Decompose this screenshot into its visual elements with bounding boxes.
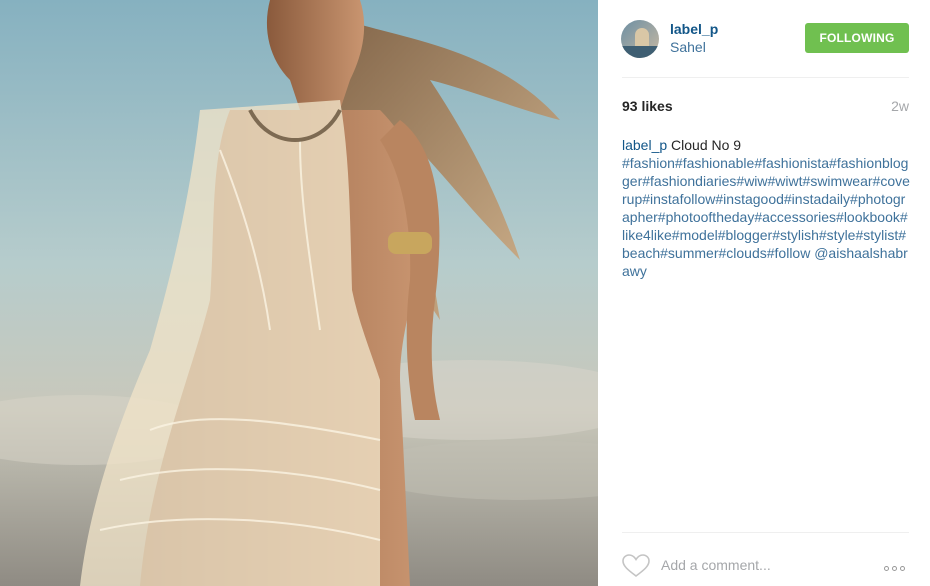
post-time[interactable]: 2w (891, 98, 909, 114)
likes-count[interactable]: 93 likes (622, 98, 673, 114)
header-divider (622, 77, 909, 78)
following-button[interactable]: FOLLOWING (805, 23, 909, 53)
caption-hashtags[interactable]: #fashion#fashionable#fashionista#fashion… (622, 154, 910, 280)
avatar[interactable] (621, 20, 659, 58)
dot (892, 566, 897, 571)
post-caption: label_p Cloud No 9 #fashion#fashionable#… (622, 136, 910, 280)
dot (884, 566, 889, 571)
more-options-icon[interactable] (884, 566, 910, 574)
post-username[interactable]: label_p (670, 21, 718, 37)
post-photo[interactable] (0, 0, 598, 586)
caption-text: Cloud No 9 (667, 137, 742, 153)
avatar-ground (621, 46, 659, 58)
caption-username[interactable]: label_p (622, 137, 667, 153)
comment-input[interactable] (661, 554, 871, 576)
post-location[interactable]: Sahel (670, 39, 706, 55)
comment-bar (598, 532, 930, 586)
heart-outline-icon[interactable] (622, 554, 650, 578)
photo-illustration (0, 0, 598, 586)
dot (900, 566, 905, 571)
post-details-panel: label_p Sahel FOLLOWING 93 likes 2w labe… (598, 0, 930, 586)
